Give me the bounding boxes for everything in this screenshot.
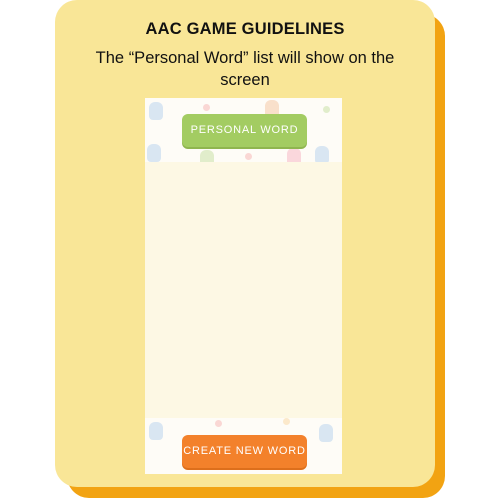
- cat-doodle-icon: [319, 424, 333, 442]
- personal-word-button[interactable]: PERSONAL WORD: [182, 114, 307, 147]
- heart-doodle-icon: [245, 153, 252, 160]
- star-doodle-icon: [323, 106, 330, 113]
- create-new-word-button[interactable]: CREATE NEW WORD: [182, 435, 307, 468]
- cat-doodle-icon: [315, 146, 329, 162]
- cat-doodle-icon: [149, 422, 163, 440]
- heart-doodle-icon: [203, 104, 210, 111]
- guideline-title: AAC GAME GUIDELINES: [145, 20, 345, 38]
- cat-doodle-icon: [147, 144, 161, 162]
- personal-word-list-area[interactable]: [145, 162, 342, 418]
- cat-doodle-icon: [287, 148, 301, 162]
- heart-doodle-icon: [215, 420, 222, 427]
- sun-doodle-icon: [283, 418, 290, 425]
- cat-doodle-icon: [149, 102, 163, 120]
- cat-doodle-icon: [200, 150, 214, 162]
- phone-screen: PERSONAL WORD CREATE NEW WORD: [145, 98, 342, 474]
- guideline-description: The “Personal Word” list will show on th…: [95, 49, 395, 89]
- guideline-slide: AAC GAME GUIDELINES The “Personal Word” …: [0, 0, 500, 500]
